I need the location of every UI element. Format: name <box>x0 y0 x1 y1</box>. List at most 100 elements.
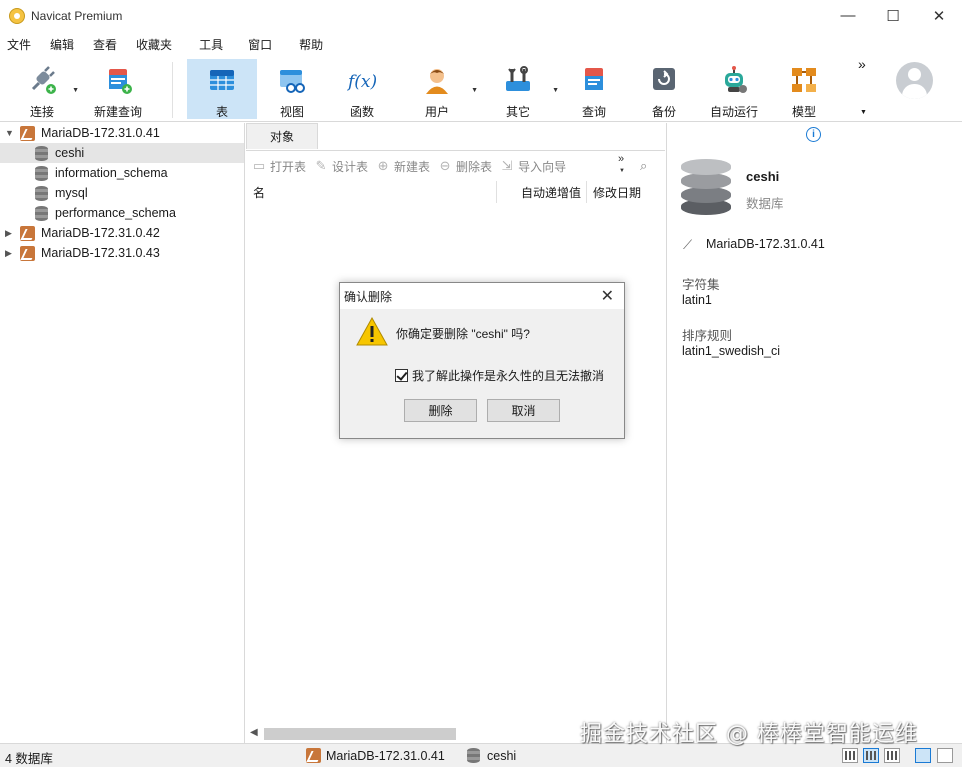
column-divider[interactable] <box>496 181 497 203</box>
title-bar: Navicat Premium — ☐ ✕ <box>0 0 962 31</box>
table-label: 表 <box>215 105 228 119</box>
column-auto-increment-header[interactable]: 自动递增值 <box>521 184 581 201</box>
backup-button[interactable]: 备份 <box>629 59 699 119</box>
tree-item-server[interactable]: ▶ MariaDB-172.31.0.43 <box>0 243 244 263</box>
toggle-info-panel-button[interactable] <box>937 748 953 763</box>
delete-table-button[interactable]: ⊖ 删除表 <box>438 158 492 175</box>
close-button[interactable]: ✕ <box>916 0 962 31</box>
menu-favorites[interactable]: 收藏夹 <box>129 36 172 53</box>
mariadb-server-icon <box>306 748 321 763</box>
connect-dropdown-icon[interactable]: ▼ <box>72 87 79 94</box>
function-icon: f(x) <box>346 65 377 95</box>
design-table-button[interactable]: ✎ 设计表 <box>314 158 368 175</box>
view-button[interactable]: 视图 <box>257 59 327 119</box>
minimize-button[interactable]: — <box>825 0 871 31</box>
tree-item-server[interactable]: ▼ MariaDB-172.31.0.41 <box>0 123 244 143</box>
more-actions-dropdown-icon[interactable]: ▼ <box>619 168 625 174</box>
window-title: Navicat Premium <box>31 8 123 23</box>
tab-objects[interactable]: 对象 <box>246 123 318 149</box>
plug-icon <box>27 65 57 95</box>
maximize-button[interactable]: ☐ <box>870 0 916 31</box>
info-db-name: ceshi <box>746 169 780 184</box>
new-table-button[interactable]: ⊕ 新建表 <box>376 158 430 175</box>
large-database-icon <box>681 159 731 215</box>
import-icon: ⇲ <box>501 158 513 173</box>
grid-view-button[interactable] <box>842 748 858 763</box>
menu-view[interactable]: 查看 <box>86 36 117 53</box>
cancel-button[interactable]: 取消 <box>487 399 560 422</box>
query-button[interactable]: 查询 <box>559 59 629 119</box>
table-button[interactable]: 表 <box>187 59 257 119</box>
open-table-button[interactable]: ▭ 打开表 <box>252 158 306 175</box>
user-button[interactable]: 用户 ▼ <box>402 59 478 119</box>
connect-label: 连接 <box>29 105 54 119</box>
mariadb-server-icon <box>20 125 35 141</box>
expand-chevron-down-icon[interactable]: ▼ <box>5 128 14 138</box>
dialog-close-icon[interactable]: ✕ <box>601 286 614 306</box>
other-label: 其它 <box>505 105 530 119</box>
menu-edit[interactable]: 编辑 <box>43 36 74 53</box>
column-divider[interactable] <box>586 181 587 203</box>
menu-file[interactable]: 文件 <box>0 36 31 53</box>
user-icon <box>422 65 452 95</box>
column-name-header[interactable]: 名 <box>253 184 265 201</box>
list-view-button[interactable] <box>863 748 879 763</box>
column-modified-date-header[interactable]: 修改日期 <box>593 184 641 201</box>
confirm-permanent-checkbox[interactable]: 我了解此操作是永久性的且无法撤消 <box>395 367 604 384</box>
tree-item-label: performance_schema <box>55 206 176 220</box>
automation-label: 自动运行 <box>709 105 758 119</box>
user-label: 用户 <box>424 105 449 119</box>
tree-item-label: information_schema <box>55 166 168 180</box>
status-connection: MariaDB-172.31.0.41 <box>306 748 445 763</box>
automation-button[interactable]: 自动运行 <box>699 59 769 119</box>
tree-item-database[interactable]: ceshi <box>0 143 244 163</box>
scroll-left-arrow-icon[interactable]: ◀ <box>250 727 258 738</box>
mariadb-server-icon <box>20 225 35 241</box>
avatar[interactable] <box>896 62 933 99</box>
tree-item-server[interactable]: ▶ MariaDB-172.31.0.42 <box>0 223 244 243</box>
backup-icon <box>649 65 679 95</box>
menu-tools[interactable]: 工具 <box>192 36 223 53</box>
info-collation-value: latin1_swedish_ci <box>682 344 780 358</box>
robot-icon <box>719 65 749 95</box>
object-toolbar: ▭ 打开表 ✎ 设计表 ⊕ 新建表 ⊖ 删除表 ⇲ 导入向导 » ▼ ⌕ <box>246 150 665 181</box>
database-icon <box>35 205 48 221</box>
scrollbar-thumb[interactable] <box>264 728 456 740</box>
new-query-icon <box>103 65 133 95</box>
view-label: 视图 <box>279 105 304 119</box>
info-icon[interactable]: i <box>806 127 821 142</box>
tree-item-database[interactable]: performance_schema <box>0 203 244 223</box>
menu-window[interactable]: 窗口 <box>241 36 272 53</box>
database-icon <box>35 145 48 161</box>
tree-item-database[interactable]: mysql <box>0 183 244 203</box>
other-button[interactable]: 其它 ▼ <box>483 59 559 119</box>
toggle-sidebar-button[interactable] <box>915 748 931 763</box>
navicat-logo-icon <box>9 7 25 24</box>
query-label: 查询 <box>581 105 606 119</box>
object-list-header: 名 自动递增值 修改日期 <box>246 181 665 203</box>
database-icon <box>35 165 48 181</box>
tree-item-label: MariaDB-172.31.0.42 <box>41 226 160 240</box>
checkbox-checked-icon[interactable] <box>395 369 408 382</box>
plus-circle-icon: ⊕ <box>377 158 389 173</box>
detail-view-button[interactable] <box>884 748 900 763</box>
search-icon[interactable]: ⌕ <box>640 158 647 174</box>
other-dropdown-icon[interactable]: ▼ <box>552 87 559 94</box>
import-wizard-button[interactable]: ⇲ 导入向导 <box>500 158 566 175</box>
tree-item-database[interactable]: information_schema <box>0 163 244 183</box>
toolbar-more-button[interactable]: » <box>858 56 866 72</box>
watermark: 掘金技术社区 @ 棒棒堂智能运维 <box>580 722 918 747</box>
function-button[interactable]: f(x) 函数 <box>327 59 397 119</box>
more-actions-button[interactable]: » <box>618 153 624 165</box>
delete-button[interactable]: 删除 <box>404 399 477 422</box>
expand-chevron-right-icon[interactable]: ▶ <box>5 228 12 239</box>
toolbar-more-dropdown-icon[interactable]: ▼ <box>860 109 867 116</box>
model-button[interactable]: 模型 <box>769 59 839 119</box>
new-query-button[interactable]: 新建查询 <box>83 59 153 119</box>
database-icon <box>35 185 48 201</box>
info-charset-value: latin1 <box>682 293 712 307</box>
connect-button[interactable]: 连接 ▼ <box>7 59 79 119</box>
menu-help[interactable]: 帮助 <box>292 36 323 53</box>
expand-chevron-right-icon[interactable]: ▶ <box>5 248 12 259</box>
user-dropdown-icon[interactable]: ▼ <box>471 87 478 94</box>
